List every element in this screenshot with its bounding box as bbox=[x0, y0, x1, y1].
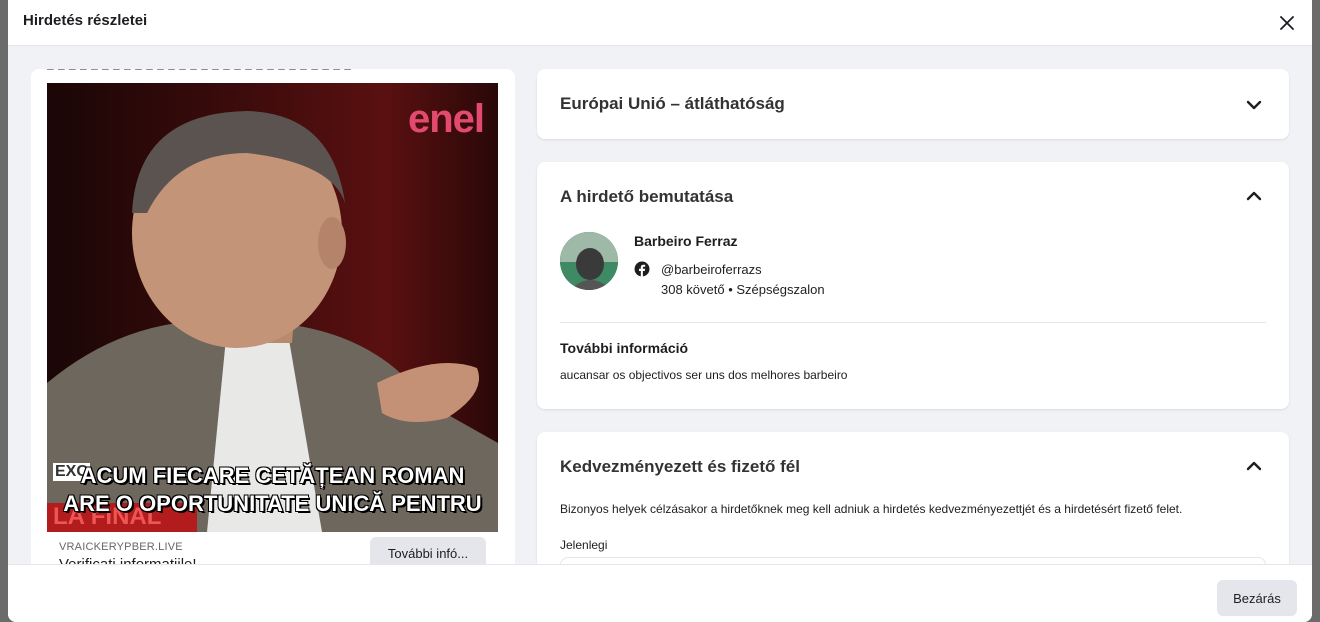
more-info-text: aucansar os objectivos ser uns dos melho… bbox=[560, 368, 848, 382]
ad-body-text: – – – – – – – – – – – – – – – – – – – – … bbox=[47, 69, 351, 75]
close-icon bbox=[1280, 16, 1294, 30]
advertiser-handle[interactable]: @barbeiroferrazs bbox=[661, 262, 762, 277]
more-info-title: További információ bbox=[560, 340, 689, 356]
facebook-icon bbox=[634, 261, 650, 277]
avatar-image bbox=[560, 232, 618, 290]
modal-header: Hirdetés részletei bbox=[8, 0, 1312, 46]
advertiser-name[interactable]: Barbeiro Ferraz bbox=[634, 233, 737, 249]
beneficiary-payer-description: Bizonyos helyek célzásakor a hirdetőknek… bbox=[560, 502, 1183, 516]
current-payer-box bbox=[560, 557, 1266, 564]
ad-link-row[interactable]: VRAICKERYPBER.LIVE Verificati informatii… bbox=[47, 532, 498, 564]
ad-preview-card: – – – – – – – – – – – – – – – – – – – – … bbox=[31, 69, 515, 564]
modal-title: Hirdetés részletei bbox=[23, 12, 148, 29]
ad-image[interactable]: enel EXC LA FINAL ACUM FIECARE CETĂȚEAN … bbox=[47, 83, 498, 532]
ad-subtitle-line-2: ARE O OPORTUNITATE UNICĂ PENTRU bbox=[63, 491, 482, 516]
modal-footer: Bezárás bbox=[8, 564, 1312, 622]
enel-logo: enel bbox=[407, 97, 485, 141]
ad-headline: Verificati informatiile! bbox=[59, 556, 197, 564]
close-footer-button[interactable]: Bezárás bbox=[1217, 580, 1297, 616]
chevron-up-icon[interactable] bbox=[1245, 457, 1263, 475]
chevron-down-icon[interactable] bbox=[1245, 96, 1263, 114]
advertiser-section: A hirdető bemutatása Barbeiro Ferraz @ba… bbox=[537, 162, 1289, 409]
eu-transparency-section[interactable]: Európai Unió – átláthatóság bbox=[537, 69, 1289, 139]
beneficiary-payer-title: Kedvezményezett és fizető fél bbox=[560, 457, 800, 476]
ad-subtitle-line-1: ACUM FIECARE CETĂȚEAN ROMAN bbox=[80, 463, 465, 488]
advertiser-avatar[interactable] bbox=[560, 232, 618, 290]
current-label: Jelenlegi bbox=[560, 538, 608, 552]
close-button[interactable] bbox=[1274, 10, 1300, 36]
modal-body[interactable]: – – – – – – – – – – – – – – – – – – – – … bbox=[8, 47, 1312, 564]
beneficiary-payer-section: Kedvezményezett és fizető fél Bizonyos h… bbox=[537, 432, 1289, 564]
divider bbox=[560, 322, 1266, 323]
chevron-up-icon[interactable] bbox=[1245, 187, 1263, 205]
advertiser-title: A hirdető bemutatása bbox=[560, 187, 734, 206]
eu-transparency-title: Európai Unió – átláthatóság bbox=[560, 94, 785, 113]
ad-domain: VRAICKERYPBER.LIVE bbox=[59, 541, 183, 553]
ad-details-modal: Hirdetés részletei – – – – – – – – – – –… bbox=[8, 0, 1312, 622]
advertiser-meta: 308 követő • Szépségszalon bbox=[661, 282, 825, 297]
more-info-button[interactable]: További infó... bbox=[370, 537, 486, 564]
